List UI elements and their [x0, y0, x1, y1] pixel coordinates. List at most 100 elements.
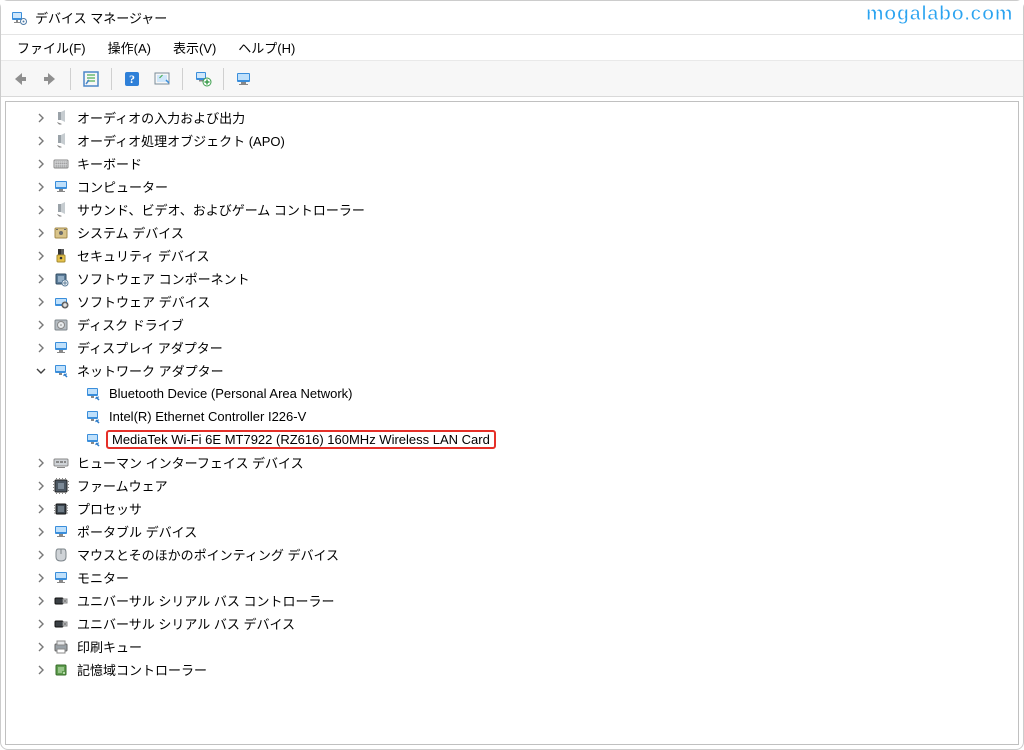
tree-node-label[interactable]: Bluetooth Device (Personal Area Network) — [106, 385, 356, 402]
chevron-right-icon[interactable] — [34, 663, 48, 677]
tree-node[interactable]: ヒューマン インターフェイス デバイス — [12, 451, 1018, 474]
tree-node-label[interactable]: オーディオの入力および出力 — [74, 107, 248, 128]
tree-node[interactable]: MediaTek Wi-Fi 6E MT7922 (RZ616) 160MHz … — [12, 428, 1018, 451]
tree-node[interactable]: オーディオ処理オブジェクト (APO) — [12, 129, 1018, 152]
tree-node[interactable]: ソフトウェア コンポーネント — [12, 267, 1018, 290]
chevron-right-icon[interactable] — [34, 525, 48, 539]
tree-node-label[interactable]: ユニバーサル シリアル バス デバイス — [74, 613, 298, 634]
properties-button[interactable] — [78, 66, 104, 92]
tree-node-label[interactable]: セキュリティ デバイス — [74, 245, 212, 266]
chevron-right-icon[interactable] — [34, 548, 48, 562]
portable-icon — [52, 523, 70, 541]
tree-node[interactable]: 記憶域コントローラー — [12, 658, 1018, 681]
chevron-right-icon[interactable] — [34, 502, 48, 516]
usbctrl-icon — [52, 592, 70, 610]
mouse-icon — [52, 546, 70, 564]
menu-action[interactable]: 操作(A) — [98, 35, 161, 60]
menu-file[interactable]: ファイル(F) — [7, 35, 96, 60]
chevron-right-icon[interactable] — [34, 295, 48, 309]
help-button[interactable]: ? — [119, 66, 145, 92]
chevron-right-icon[interactable] — [34, 341, 48, 355]
tree-node-label[interactable]: システム デバイス — [74, 222, 187, 243]
tree-node-label[interactable]: コンピューター — [74, 176, 171, 197]
tree-node[interactable]: 印刷キュー — [12, 635, 1018, 658]
chevron-right-icon[interactable] — [34, 249, 48, 263]
back-button[interactable] — [7, 66, 33, 92]
tree-node-label[interactable]: ファームウェア — [74, 475, 171, 496]
chevron-right-icon — [66, 410, 80, 424]
tree-node[interactable]: オーディオの入力および出力 — [12, 106, 1018, 129]
tree-node[interactable]: ユニバーサル シリアル バス デバイス — [12, 612, 1018, 635]
tree-node-label[interactable]: ネットワーク アダプター — [74, 360, 227, 381]
tree-node-label[interactable]: マウスとそのほかのポインティング デバイス — [74, 544, 342, 565]
tree-node[interactable]: ユニバーサル シリアル バス コントローラー — [12, 589, 1018, 612]
chevron-right-icon[interactable] — [34, 157, 48, 171]
tree-node[interactable]: システム デバイス — [12, 221, 1018, 244]
tree-node-label[interactable]: 印刷キュー — [74, 636, 145, 657]
menubar: ファイル(F) 操作(A) 表示(V) ヘルプ(H) — [1, 35, 1023, 61]
tree-node[interactable]: ディスク ドライブ — [12, 313, 1018, 336]
chevron-right-icon[interactable] — [34, 594, 48, 608]
show-devices-button[interactable] — [231, 66, 257, 92]
tree-node[interactable]: コンピューター — [12, 175, 1018, 198]
chevron-right-icon[interactable] — [34, 571, 48, 585]
network-icon — [52, 362, 70, 380]
tree-node-label[interactable]: ポータブル デバイス — [74, 521, 200, 542]
tree-node-label[interactable]: ソフトウェア コンポーネント — [74, 268, 253, 289]
tree-node[interactable]: セキュリティ デバイス — [12, 244, 1018, 267]
tree-node-label[interactable]: オーディオ処理オブジェクト (APO) — [74, 130, 288, 151]
tree-node-label[interactable]: キーボード — [74, 153, 145, 174]
tree-node[interactable]: ソフトウェア デバイス — [12, 290, 1018, 313]
tree-node-label[interactable]: プロセッサ — [74, 498, 145, 519]
chevron-right-icon[interactable] — [34, 640, 48, 654]
cpu-icon — [52, 500, 70, 518]
chevron-right-icon[interactable] — [34, 203, 48, 217]
tree-node-label[interactable]: ディスク ドライブ — [74, 314, 187, 335]
tree-node[interactable]: キーボード — [12, 152, 1018, 175]
tree-node-label[interactable]: Intel(R) Ethernet Controller I226-V — [106, 408, 309, 425]
swcomp-icon — [52, 270, 70, 288]
menu-help[interactable]: ヘルプ(H) — [228, 35, 305, 60]
tree-node-label[interactable]: 記憶域コントローラー — [74, 659, 210, 680]
tree-node[interactable]: ファームウェア — [12, 474, 1018, 497]
storage-icon — [52, 661, 70, 679]
net-child-icon — [84, 408, 102, 426]
tree-node[interactable]: マウスとそのほかのポインティング デバイス — [12, 543, 1018, 566]
tree-node-label[interactable]: ヒューマン インターフェイス デバイス — [74, 452, 307, 473]
forward-button[interactable] — [37, 66, 63, 92]
tree-node[interactable]: Bluetooth Device (Personal Area Network) — [12, 382, 1018, 405]
tree-node[interactable]: Intel(R) Ethernet Controller I226-V — [12, 405, 1018, 428]
tree-node-label[interactable]: ソフトウェア デバイス — [74, 291, 213, 312]
tree-node[interactable]: モニター — [12, 566, 1018, 589]
tree-node[interactable]: ポータブル デバイス — [12, 520, 1018, 543]
chevron-right-icon[interactable] — [34, 226, 48, 240]
tree-node-label[interactable]: サウンド、ビデオ、およびゲーム コントローラー — [74, 199, 368, 220]
separator — [223, 68, 224, 90]
tree-node-label[interactable]: MediaTek Wi-Fi 6E MT7922 (RZ616) 160MHz … — [106, 430, 496, 449]
tree-node-label[interactable]: ユニバーサル シリアル バス コントローラー — [74, 590, 337, 611]
swdev-icon — [52, 293, 70, 311]
chevron-right-icon[interactable] — [34, 272, 48, 286]
chevron-right-icon[interactable] — [34, 456, 48, 470]
chevron-right-icon[interactable] — [34, 180, 48, 194]
content-area: オーディオの入力および出力オーディオ処理オブジェクト (APO)キーボードコンピ… — [1, 97, 1023, 749]
chevron-right-icon[interactable] — [34, 318, 48, 332]
tree-node-label[interactable]: ディスプレイ アダプター — [74, 337, 226, 358]
tree-node[interactable]: ネットワーク アダプター — [12, 359, 1018, 382]
chevron-down-icon[interactable] — [34, 364, 48, 378]
chevron-right-icon[interactable] — [34, 617, 48, 631]
scan-hardware-button[interactable] — [149, 66, 175, 92]
chevron-right-icon[interactable] — [34, 111, 48, 125]
tree-node-label[interactable]: モニター — [74, 567, 132, 588]
add-device-button[interactable] — [190, 66, 216, 92]
security-icon — [52, 247, 70, 265]
menu-view[interactable]: 表示(V) — [163, 35, 226, 60]
tree-node[interactable]: ディスプレイ アダプター — [12, 336, 1018, 359]
tree-node[interactable]: プロセッサ — [12, 497, 1018, 520]
window-title: デバイス マネージャー — [35, 8, 167, 27]
device-tree-container[interactable]: オーディオの入力および出力オーディオ処理オブジェクト (APO)キーボードコンピ… — [5, 101, 1019, 745]
chevron-right-icon[interactable] — [34, 134, 48, 148]
chevron-right-icon — [66, 387, 80, 401]
tree-node[interactable]: サウンド、ビデオ、およびゲーム コントローラー — [12, 198, 1018, 221]
chevron-right-icon[interactable] — [34, 479, 48, 493]
